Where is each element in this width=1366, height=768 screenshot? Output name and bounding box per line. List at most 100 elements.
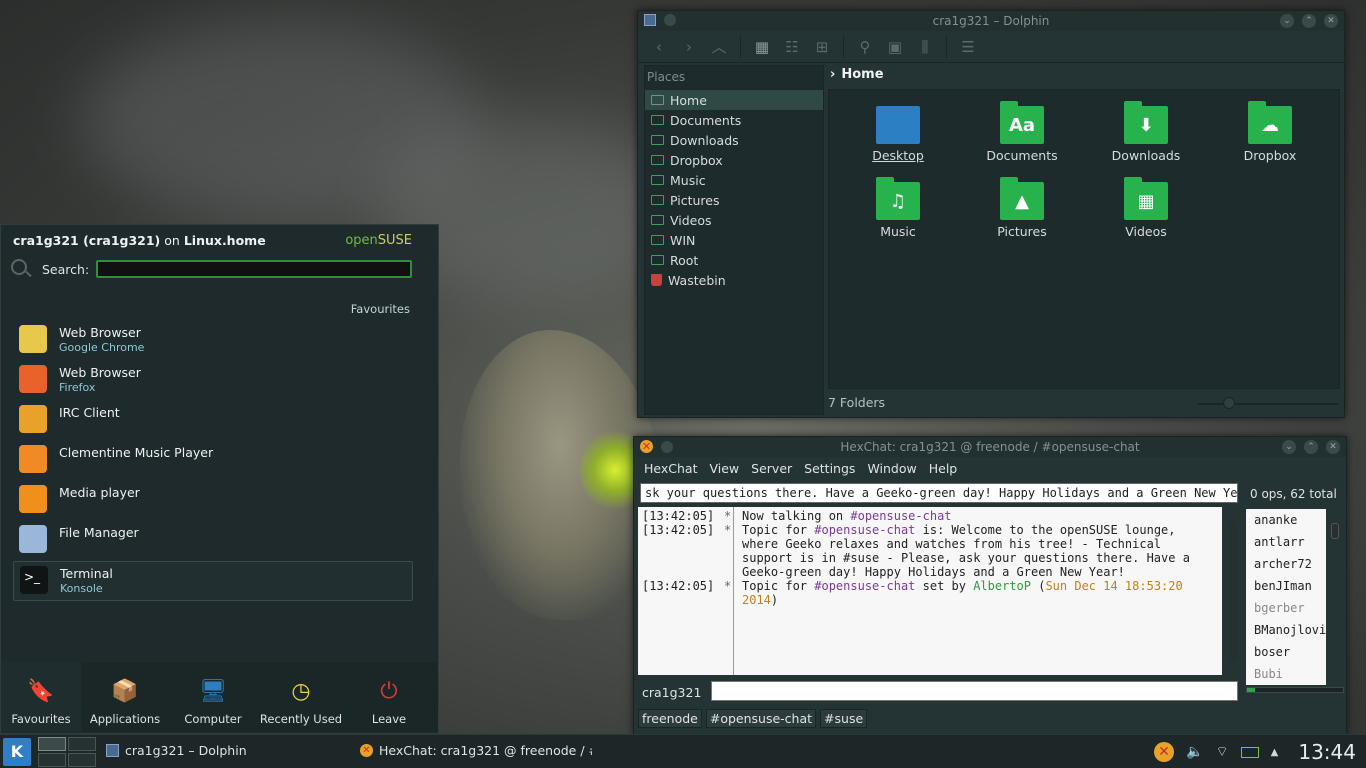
- favourite-item[interactable]: Media player: [13, 481, 413, 521]
- breadcrumb-home[interactable]: Home: [841, 67, 883, 82]
- forward-icon[interactable]: ›: [676, 35, 702, 59]
- folder-view[interactable]: Desktop Aa Documents ⬇ Downloads ☁ Dropbox ♫ Mus…: [828, 89, 1340, 389]
- folder-dropbox[interactable]: ☁ Dropbox: [1215, 101, 1325, 163]
- hexchat-app-icon[interactable]: ✕: [640, 440, 653, 453]
- favourite-item[interactable]: Web Browser Google Chrome: [13, 321, 413, 361]
- task-dolphin[interactable]: cra1g321 – Dolphin: [106, 743, 247, 758]
- split-icon[interactable]: ⫼: [912, 35, 938, 59]
- desktop-pager[interactable]: [38, 736, 96, 767]
- close-icon[interactable]: ✕: [1324, 14, 1338, 28]
- place-item-pictures[interactable]: Pictures: [645, 190, 823, 210]
- maximize-icon[interactable]: ⌃: [1302, 14, 1316, 28]
- user-list-item[interactable]: BManojlovic: [1246, 619, 1326, 641]
- menu-server[interactable]: Server: [745, 461, 798, 476]
- topic-field[interactable]: sk your questions there. Have a Geeko-gr…: [640, 483, 1238, 503]
- menu-help[interactable]: Help: [923, 461, 964, 476]
- user-list-item[interactable]: antlarr: [1246, 531, 1326, 553]
- folder-music[interactable]: ♫ Music: [843, 177, 953, 239]
- dolphin-app-icon[interactable]: [644, 14, 656, 26]
- battery-icon[interactable]: [1240, 746, 1259, 758]
- place-item-videos[interactable]: Videos: [645, 210, 823, 230]
- folder-documents[interactable]: Aa Documents: [967, 101, 1077, 163]
- maximize-icon[interactable]: ⌃: [1304, 440, 1318, 454]
- chat-separator[interactable]: [733, 507, 734, 675]
- icons-view-icon[interactable]: ▦: [749, 35, 775, 59]
- place-item-home[interactable]: Home: [645, 90, 823, 110]
- place-item-music[interactable]: Music: [645, 170, 823, 190]
- back-icon[interactable]: ‹: [646, 35, 672, 59]
- place-item-wastebin[interactable]: Wastebin: [645, 270, 823, 290]
- channel-tab[interactable]: #suse: [820, 709, 868, 728]
- place-item-root[interactable]: Root: [645, 250, 823, 270]
- launcher-tab-leave[interactable]: ⏻ Leave: [345, 662, 433, 732]
- user-list-item[interactable]: archer72: [1246, 553, 1326, 575]
- launcher-button[interactable]: K: [3, 737, 31, 766]
- breadcrumb[interactable]: › Home: [830, 67, 884, 82]
- pin-icon[interactable]: [661, 440, 673, 453]
- favourite-item[interactable]: Web Browser Firefox: [13, 361, 413, 401]
- place-item-dropbox[interactable]: Dropbox: [645, 150, 823, 170]
- menu-hexchat[interactable]: HexChat: [638, 461, 703, 476]
- menu-view[interactable]: View: [703, 461, 745, 476]
- menu-icon[interactable]: ☰: [955, 35, 981, 59]
- favourite-item[interactable]: IRC Client: [13, 401, 413, 441]
- menu-settings[interactable]: Settings: [798, 461, 861, 476]
- chat-log[interactable]: [13:42:05] * Now talking on #opensuse-chat…: [638, 507, 1222, 675]
- close-icon[interactable]: ✕: [1326, 440, 1340, 454]
- pager-desktop-4[interactable]: [68, 752, 96, 767]
- favourite-item[interactable]: >_ Terminal Konsole: [13, 561, 413, 601]
- tray-expand-icon[interactable]: ▲: [1271, 747, 1279, 758]
- hexchat-tray-icon[interactable]: ✕: [1154, 742, 1175, 762]
- launcher-tab-applications[interactable]: 📦 Applications: [81, 662, 169, 732]
- pager-desktop-1[interactable]: [38, 736, 66, 751]
- channel-tab[interactable]: freenode: [638, 709, 702, 728]
- chat-scrollbar[interactable]: [1228, 511, 1238, 675]
- preview-icon[interactable]: ▣: [882, 35, 908, 59]
- folder-videos[interactable]: ▦ Videos: [1091, 177, 1201, 239]
- folder-desktop[interactable]: Desktop: [843, 106, 953, 163]
- compact-view-icon[interactable]: ☷: [779, 35, 805, 59]
- launcher-tab-recently-used[interactable]: ◷ Recently Used: [257, 662, 345, 732]
- task-hexchat[interactable]: ✕ HexChat: cra1g321 @ freenode / #o: [360, 743, 592, 758]
- zoom-slider-handle[interactable]: [1223, 397, 1235, 409]
- user-list-item[interactable]: benJIman: [1246, 575, 1326, 597]
- details-view-icon[interactable]: ⊞: [809, 35, 835, 59]
- place-label: Pictures: [670, 192, 720, 208]
- user-list-item[interactable]: bgerber: [1246, 597, 1326, 619]
- user-list-item[interactable]: ananke: [1246, 509, 1326, 531]
- user-list-item[interactable]: Bubi: [1246, 663, 1326, 685]
- wifi-icon[interactable]: ⌔: [1215, 743, 1228, 761]
- place-item-documents[interactable]: Documents: [645, 110, 823, 130]
- zoom-slider-track[interactable]: [1198, 403, 1338, 405]
- pin-icon[interactable]: [664, 14, 676, 26]
- favourite-item[interactable]: Clementine Music Player: [13, 441, 413, 481]
- up-icon[interactable]: ︿: [706, 35, 732, 59]
- dolphin-titlebar[interactable]: cra1g321 – Dolphin ⌄ ⌃ ✕: [638, 11, 1344, 31]
- favourite-item[interactable]: File Manager: [13, 521, 413, 561]
- launcher-tab-favourites[interactable]: 🔖 Favourites: [1, 662, 81, 732]
- folder-pictures[interactable]: ▲ Pictures: [967, 177, 1077, 239]
- chat-fragment: AlbertoP: [973, 579, 1031, 593]
- minimize-icon[interactable]: ⌄: [1282, 440, 1296, 454]
- volume-icon[interactable]: 🔈: [1186, 744, 1203, 760]
- nick-button[interactable]: cra1g321: [642, 685, 701, 700]
- search-input[interactable]: [96, 260, 412, 278]
- place-item-win[interactable]: WIN: [645, 230, 823, 250]
- search-icon[interactable]: ⚲: [852, 35, 878, 59]
- user-list-item[interactable]: boser: [1246, 641, 1326, 663]
- userlist-scrollbar[interactable]: [1330, 511, 1340, 683]
- folder-downloads[interactable]: ⬇ Downloads: [1091, 101, 1201, 163]
- chat-scrollbar-thumb[interactable]: [1229, 521, 1237, 661]
- message-input[interactable]: [711, 681, 1238, 701]
- launcher-tab-computer[interactable]: 🖥 Computer: [169, 662, 257, 732]
- pager-desktop-3[interactable]: [38, 752, 66, 767]
- userlist-scrollbar-thumb[interactable]: [1331, 523, 1339, 539]
- pager-desktop-2[interactable]: [68, 736, 96, 751]
- hexchat-titlebar[interactable]: ✕ HexChat: cra1g321 @ freenode / #opensu…: [634, 437, 1346, 457]
- minimize-icon[interactable]: ⌄: [1280, 14, 1294, 28]
- chat-message: Topic for #opensuse-chat set by AlbertoP…: [738, 579, 1218, 607]
- channel-tab[interactable]: #opensuse-chat: [705, 709, 817, 728]
- place-item-downloads[interactable]: Downloads: [645, 130, 823, 150]
- menu-window[interactable]: Window: [861, 461, 922, 476]
- clock[interactable]: 13:44: [1298, 740, 1356, 764]
